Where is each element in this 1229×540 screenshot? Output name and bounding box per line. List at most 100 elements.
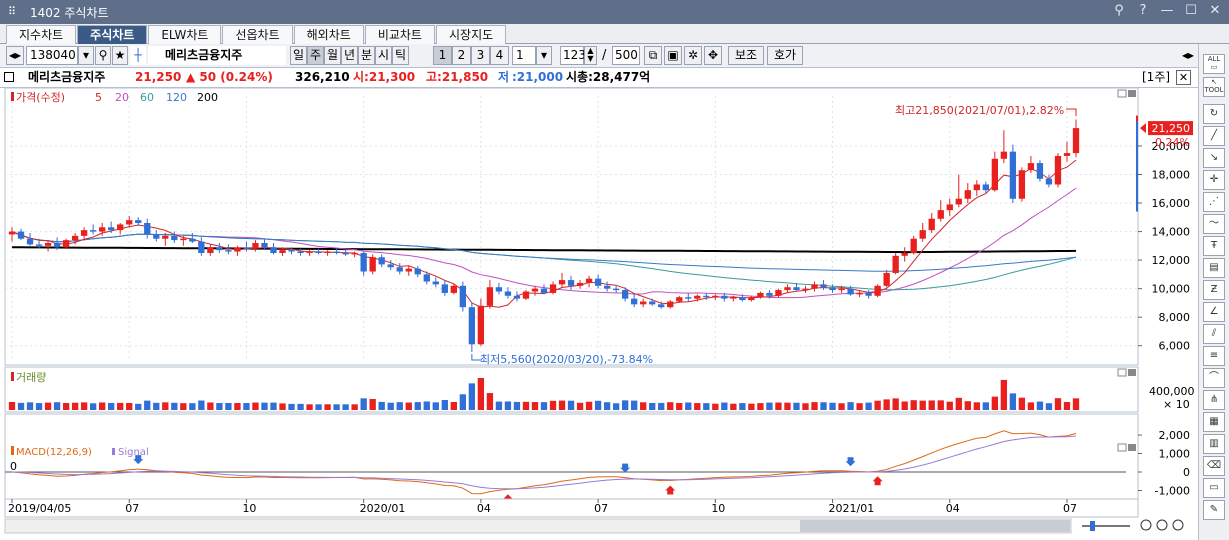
interval-count-select[interactable]: 1 (512, 46, 536, 65)
candle-body (522, 291, 530, 299)
parallel-icon[interactable]: ⫽ (1203, 324, 1225, 344)
settings-gear-icon[interactable]: ✲ (684, 46, 702, 65)
tool-menu-label: TOOL (1204, 86, 1224, 94)
channel-icon[interactable]: ▤ (1203, 258, 1225, 278)
info-price: 21,250 (135, 70, 182, 84)
text-add-icon[interactable]: Ŧ (1203, 236, 1225, 256)
volume-bar (333, 404, 340, 410)
candle-body (261, 242, 268, 248)
tab-1[interactable]: 주식차트 (77, 25, 148, 44)
period-button-3[interactable]: 년 (341, 46, 358, 65)
info-checkbox-icon[interactable] (4, 72, 14, 82)
period-button-0[interactable]: 일 (290, 46, 307, 65)
candle-body (80, 230, 88, 236)
pin-icon[interactable]: ⚲ (1111, 3, 1127, 19)
total-count-input[interactable]: 500 (612, 46, 640, 65)
zoom-in-icon[interactable] (1156, 519, 1168, 531)
interval-button-1[interactable]: 2 (452, 46, 471, 65)
stock-code-input[interactable]: 138040 (26, 46, 78, 65)
table-icon[interactable]: ▥ (1203, 434, 1225, 454)
chart-area[interactable]: 6,000 8,000 10,000 12,000 14,000 16,000 18,000… (0, 87, 1196, 540)
period-button-5[interactable]: 시 (375, 46, 392, 65)
candle-body (324, 251, 331, 253)
interval-button-0[interactable]: 1 (433, 46, 452, 65)
pitchfork-icon[interactable]: ⋔ (1203, 390, 1225, 410)
macd-pane-max-icon[interactable] (1128, 444, 1136, 451)
interval-button-3[interactable]: 4 (490, 46, 509, 65)
volume-bar (414, 402, 421, 410)
code-dropdown-arrow-icon[interactable]: ▾ (78, 46, 94, 65)
all-tools-icon[interactable]: ALL ▭ (1203, 54, 1225, 74)
wave-icon[interactable]: 〜 (1203, 214, 1225, 234)
period-button-1[interactable]: 주 (307, 46, 324, 65)
panel-toggle-icon[interactable]: ◂▸ (1180, 46, 1196, 65)
period-button-6[interactable]: 틱 (392, 46, 409, 65)
count-spinner-icon[interactable]: ▲ ▼ (584, 46, 597, 65)
quote-button[interactable]: 호가 (767, 46, 803, 65)
fan-icon[interactable]: ⋰ (1203, 192, 1225, 212)
tool-menu-icon[interactable]: ↖ TOOL (1203, 77, 1225, 97)
tab-4[interactable]: 해외차트 (293, 25, 364, 44)
all-delete-icon[interactable]: ▭ (1203, 478, 1225, 498)
interval-button-2[interactable]: 3 (471, 46, 490, 65)
volume-pane-max-icon[interactable] (1128, 369, 1136, 376)
arc-icon[interactable]: ⌒ (1203, 368, 1225, 388)
zoom-slider-handle[interactable] (1090, 521, 1095, 531)
search-icon[interactable]: ⚲ (95, 46, 111, 65)
maximize-button[interactable]: ☐ (1183, 3, 1199, 19)
scrollbar-thumb[interactable] (800, 520, 1070, 532)
display-count-input[interactable]: 123 (560, 46, 586, 65)
close-button[interactable]: ✕ (1207, 3, 1223, 19)
price-pane-max-icon[interactable] (1128, 90, 1136, 97)
box-icon[interactable]: ▦ (1203, 412, 1225, 432)
candle-body (108, 227, 115, 231)
period-button-2[interactable]: 월 (324, 46, 341, 65)
stock-chart-svg[interactable]: 6,000 8,000 10,000 12,000 14,000 16,000 18,000… (0, 87, 1196, 540)
fibo-icon[interactable]: ≡ (1203, 346, 1225, 366)
tab-5[interactable]: 비교차트 (364, 25, 435, 44)
prev-stock-button[interactable]: ◂▸ (6, 46, 24, 65)
candle-body (649, 301, 656, 305)
macd-pane-min-icon[interactable] (1117, 443, 1127, 452)
help-icon[interactable]: ? (1135, 3, 1151, 19)
candle-body (838, 288, 845, 291)
volume-bar (576, 402, 584, 410)
candle-body (558, 280, 566, 285)
move-icon[interactable]: ✥ (704, 46, 722, 65)
volume-bar (261, 402, 268, 410)
trendline-icon[interactable]: ╱ (1203, 126, 1225, 146)
volume-bar (441, 400, 448, 410)
aux-indicator-button[interactable]: 보조 (728, 46, 764, 65)
tab-2[interactable]: ELW차트 (148, 25, 222, 44)
delete-icon[interactable]: ⌫ (1203, 456, 1225, 476)
volume-bar (919, 400, 926, 410)
period-button-4[interactable]: 분 (358, 46, 375, 65)
candle-body (865, 292, 872, 296)
minimize-button[interactable]: — (1159, 3, 1175, 19)
tab-3[interactable]: 선옵차트 (222, 25, 293, 44)
volume-bar (703, 403, 710, 410)
save-icon[interactable]: ▣ (664, 46, 682, 65)
tab-6[interactable]: 시장지도 (435, 25, 507, 44)
interval-dropdown-arrow-icon[interactable]: ▾ (536, 46, 552, 65)
zigzag-icon[interactable]: Ƶ (1203, 280, 1225, 300)
tab-0[interactable]: 지수차트 (6, 25, 77, 44)
candle-body (369, 257, 376, 272)
volume-bar (135, 403, 142, 410)
crosshair-cursor-icon[interactable]: ┼ (130, 46, 146, 65)
favorite-star-icon[interactable]: ★ (112, 46, 128, 65)
zoom-out-icon[interactable] (1140, 519, 1152, 531)
volume-bar (594, 400, 602, 410)
angle-icon[interactable]: ∠ (1203, 302, 1225, 322)
zoom-reset-icon[interactable] (1172, 519, 1184, 531)
price-pane-min-icon[interactable] (1117, 89, 1127, 98)
info-close-icon[interactable]: ✕ (1176, 70, 1191, 85)
candle-body (1027, 163, 1035, 171)
ray-icon[interactable]: ↘ (1203, 148, 1225, 168)
new-window-icon[interactable]: ⧉ (644, 46, 662, 65)
eraser-icon[interactable]: ✎ (1203, 500, 1225, 520)
volume-pane-min-icon[interactable] (1117, 368, 1127, 377)
cycle-icon[interactable]: ↻ (1203, 104, 1225, 124)
volume-bar (937, 400, 944, 410)
cross-line-icon[interactable]: ✛ (1203, 170, 1225, 190)
